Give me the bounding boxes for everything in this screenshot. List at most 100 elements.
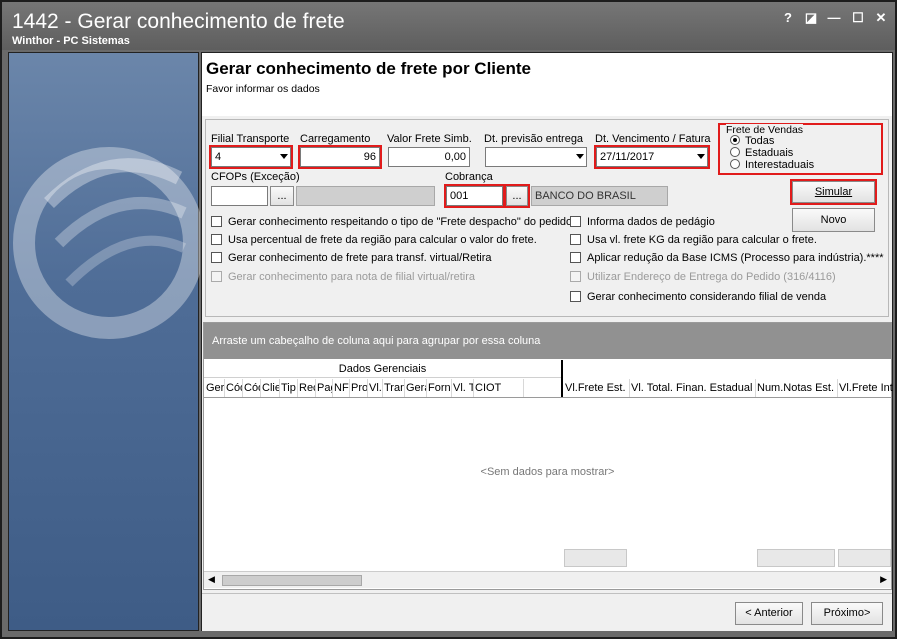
column-header[interactable]: Forn [427,379,452,397]
proximo-button[interactable]: Próximo> [811,602,883,625]
check-reducao-icms-label: Aplicar redução da Base ICMS (Processo p… [587,252,884,264]
chevron-down-icon[interactable] [697,154,705,159]
check-frete-kg[interactable]: Usa vl. frete KG da região para calcular… [570,234,817,246]
filial-select[interactable]: 4 [209,145,293,169]
anterior-button[interactable]: < Anterior [735,602,803,625]
cobranca-description: BANCO DO BRASIL [531,186,668,206]
checkbox-icon [570,234,581,245]
column-header[interactable]: Vl. T [452,379,474,397]
cobranca-browse-button[interactable]: ... [504,184,530,208]
wizard-side-panel [8,52,200,631]
dt-previsao-select[interactable] [485,147,587,167]
column-header[interactable]: NF [333,379,350,397]
wizard-footer: < Anterior Próximo> [202,593,892,631]
filial-value: 4 [215,151,222,163]
column-header[interactable]: Num.Notas Est. [756,379,838,397]
column-header[interactable]: Rec [298,379,316,397]
dt-previsao-label: Dt. previsão entrega [484,133,584,145]
close-icon[interactable]: ✕ [871,10,891,26]
cfops-browse-button[interactable]: ... [270,186,294,206]
checkbox-icon [570,216,581,227]
data-grid: Arraste um cabeçalho de coluna aqui para… [203,322,893,590]
novo-button[interactable]: Novo [792,208,875,232]
radio-interestaduais[interactable]: Interestaduais [730,159,814,171]
column-header[interactable]: Pag [316,379,333,397]
scroll-left-icon[interactable]: ◀ [208,574,215,585]
app-window: 1442 - Gerar conhecimento de frete Winth… [0,0,897,639]
title-bar: 1442 - Gerar conhecimento de frete Winth… [2,2,895,50]
column-header[interactable]: Vl. [368,379,383,397]
summary-cell [838,549,891,567]
column-header[interactable]: Cód [243,379,261,397]
summary-cell [757,549,835,567]
check-reducao-icms[interactable]: Aplicar redução da Base ICMS (Processo p… [570,252,884,264]
wizard-content: Gerar conhecimento de frete por Cliente … [201,52,893,631]
maximize-icon[interactable]: ☐ [848,10,868,26]
check-frete-despacho[interactable]: Gerar conhecimento respeitando o tipo de… [211,216,575,228]
simular-button[interactable]: Simular [790,179,877,205]
radio-icon [730,147,740,157]
cobranca-label: Cobrança [445,171,493,183]
dt-vencimento-label: Dt. Vencimento / Fatura [595,133,711,145]
page-title: Gerar conhecimento de frete por Cliente [206,59,531,78]
check-frete-despacho-label: Gerar conhecimento respeitando o tipo de… [228,216,576,228]
check-pedagio-label: Informa dados de pedágio [587,216,715,228]
minimize-icon[interactable]: — [824,10,844,25]
valor-frete-input[interactable]: 0,00 [388,147,470,167]
check-frete-kg-label: Usa vl. frete KG da região para calcular… [587,234,817,246]
check-nota-filial-virtual-label: Gerar conhecimento para nota de filial v… [228,271,476,283]
cobranca-input[interactable]: 001 [444,184,505,208]
cfops-label: CFOPs (Exceção) [211,171,300,183]
checkbox-icon [211,252,222,263]
scrollbar-thumb[interactable] [222,575,362,586]
column-header[interactable]: Clie [261,379,280,397]
column-header[interactable]: Ger [205,379,225,397]
summary-cell [564,549,627,567]
radio-selected-icon [730,135,740,145]
checkbox-icon [570,291,581,302]
check-percentual-regiao-label: Usa percentual de frete da região para c… [228,234,537,246]
wizard-header: Gerar conhecimento de frete por Cliente … [202,53,892,116]
column-header[interactable]: Tran [383,379,405,397]
group-by-panel[interactable]: Arraste um cabeçalho de coluna aqui para… [204,323,891,359]
winthor-logo-icon [13,147,200,339]
cfops-input[interactable] [211,186,268,206]
radio-todas[interactable]: Todas [730,135,774,147]
cfops-description [296,186,435,206]
column-header[interactable]: Tip [280,379,298,397]
horizontal-scrollbar[interactable]: ◀ ▶ [204,571,891,588]
checkbox-icon [211,234,222,245]
column-header[interactable]: Pro [350,379,368,397]
help-icon[interactable]: ? [778,10,798,25]
window-subtitle: Winthor - PC Sistemas [12,35,130,47]
restore-icon[interactable]: ◪ [801,10,821,26]
band-divider [561,360,563,398]
checkbox-icon [570,252,581,263]
check-filial-venda-label: Gerar conhecimento considerando filial d… [587,291,827,303]
column-header[interactable]: Vl. Total. Finan. Estadual [630,379,756,397]
dt-vencimento-select[interactable]: 27/11/2017 [594,145,710,169]
scroll-right-icon[interactable]: ▶ [880,574,887,585]
column-header[interactable]: Vl.Frete Est. [564,379,630,397]
check-filial-venda[interactable]: Gerar conhecimento considerando filial d… [570,291,826,303]
check-percentual-regiao[interactable]: Usa percentual de frete da região para c… [211,234,537,246]
check-transf-virtual-label: Gerar conhecimento de frete para transf.… [228,252,492,264]
valor-frete-label: Valor Frete Simb. [387,133,472,145]
chevron-down-icon[interactable] [280,154,288,159]
dt-vencimento-value: 27/11/2017 [600,151,655,163]
filial-label: Filial Transporte [211,133,290,145]
column-header[interactable]: Cód [225,379,243,397]
check-transf-virtual[interactable]: Gerar conhecimento de frete para transf.… [211,252,492,264]
radio-todas-label: Todas [745,135,775,147]
column-header[interactable]: CIOT [474,379,524,397]
chevron-down-icon[interactable] [576,154,584,159]
radio-estaduais-label: Estaduais [745,147,794,159]
carregamento-input[interactable]: 96 [298,145,382,169]
page-subtitle: Favor informar os dados [206,83,320,95]
checkbox-icon [211,216,222,227]
check-pedagio[interactable]: Informa dados de pedágio [570,216,715,228]
radio-estaduais[interactable]: Estaduais [730,147,793,159]
column-header[interactable]: Gera [405,379,427,397]
column-header[interactable]: Vl.Frete Int [838,379,897,397]
radio-interestaduais-label: Interestaduais [745,159,815,171]
